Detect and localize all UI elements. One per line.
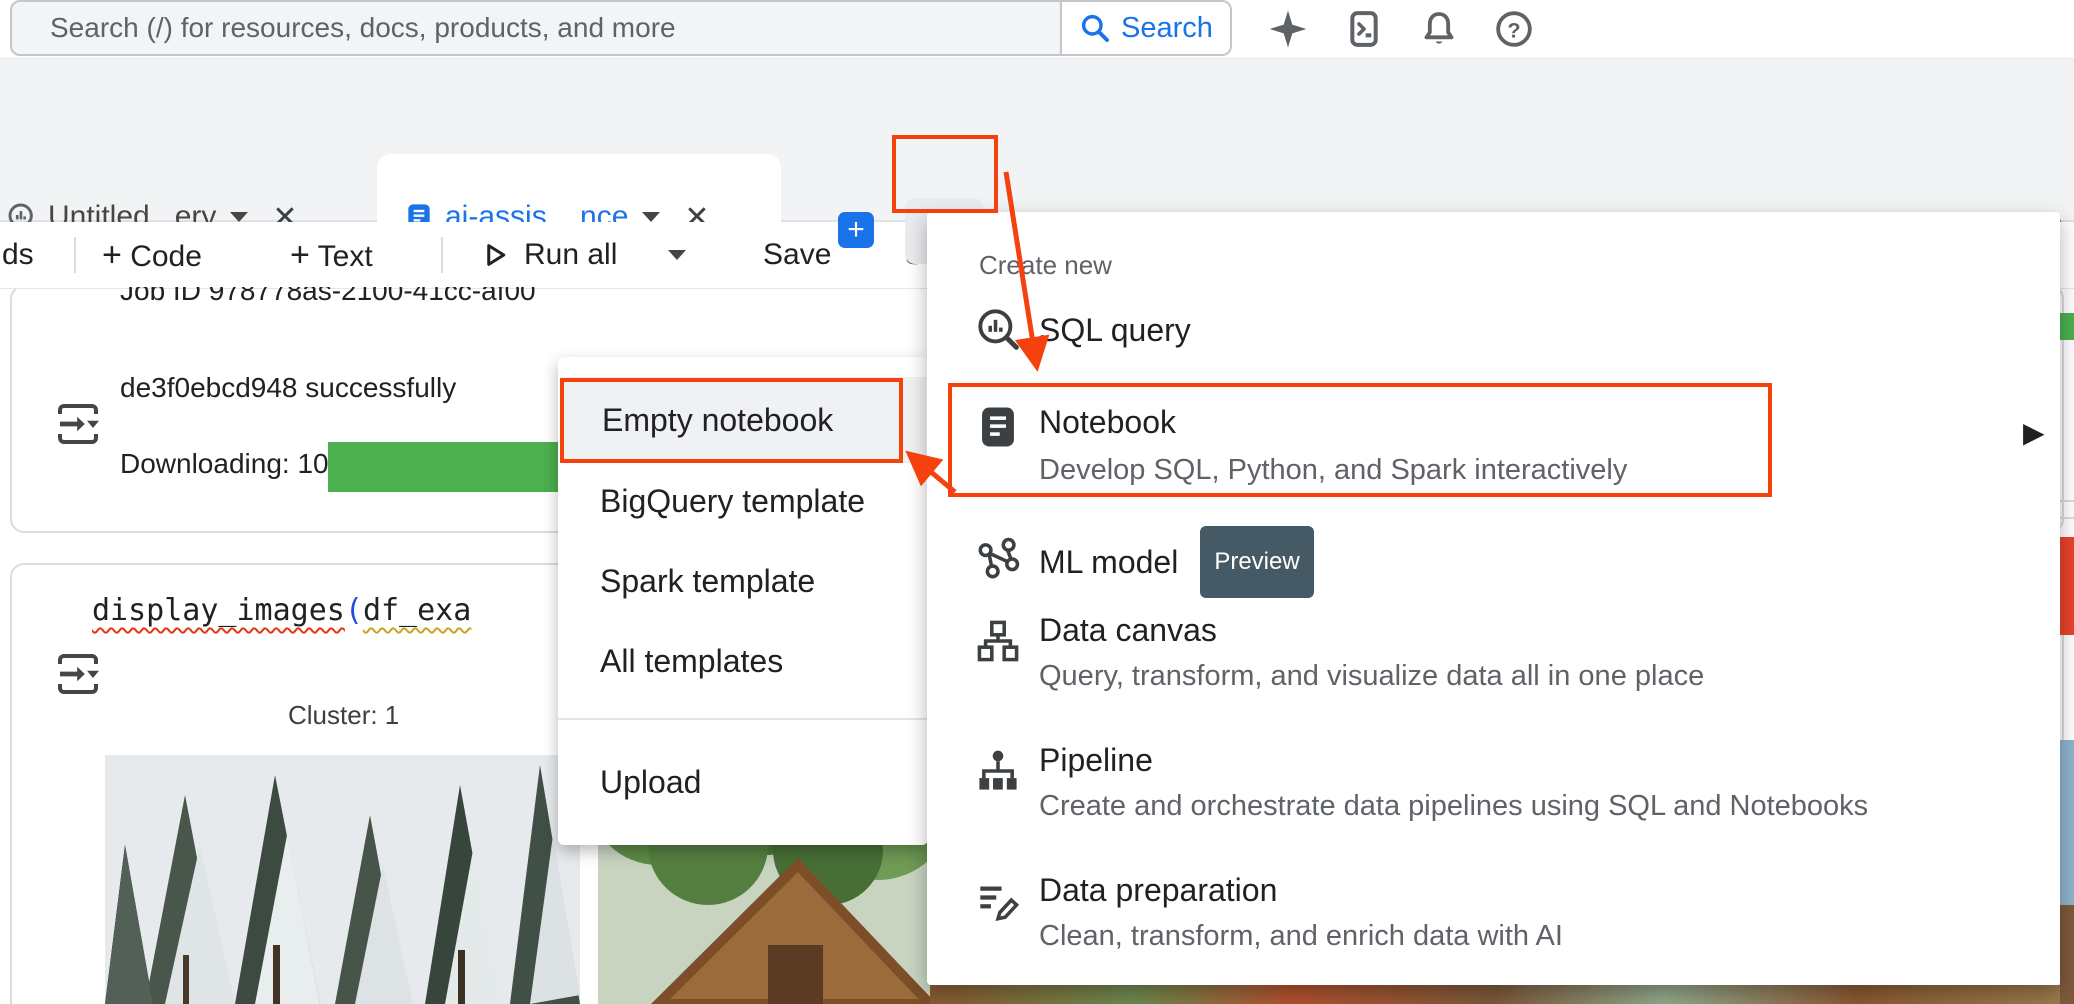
annotation-box-empty-notebook [560,378,903,463]
sql-query-icon [975,306,1021,352]
save-button[interactable]: Save [763,222,831,288]
divider-sliver [2060,500,2074,502]
tab-menu-caret-icon[interactable] [642,212,660,222]
cloud-shell-icon[interactable] [1344,9,1384,49]
menu-item-ml-model[interactable]: ML modelPreview [927,530,2060,590]
submenu-expand-icon[interactable]: ▶ [2023,416,2045,449]
search-icon [1079,12,1111,44]
menu-item-label: Data canvas [1039,612,1217,649]
pipeline-icon [975,748,1021,794]
progress-sliver [2060,313,2074,340]
menu-header: Create new [979,250,1112,281]
sky-photo-sliver [2060,740,2074,905]
menu-item-spark-template[interactable]: Spark template [558,557,928,605]
menu-item-label: Data preparation [1039,872,1277,909]
menu-item-sql-query[interactable]: SQL query [927,300,2060,360]
ml-model-icon [975,536,1021,582]
ml-model-label: ML model [1039,544,1178,580]
code-paren: ( [345,593,363,628]
cluster-label: Cluster: 1 [288,700,399,731]
menu-item-label: All templates [558,643,783,679]
code-function-name: display_images [92,593,345,628]
annotation-box-dropdown [892,135,998,213]
create-new-menu: Create new SQL query Notebook Develop SQ… [927,212,2060,985]
menu-item-description: Create and orchestrate data pipelines us… [1039,790,1868,823]
menu-item-label: ML modelPreview [1039,530,1314,602]
add-code-label: Code [130,240,202,273]
search-button-label: Search [1121,12,1213,45]
top-search-bar: Search (/) for resources, docs, products… [0,0,2074,59]
help-icon[interactable]: ? [1494,9,1534,49]
download-progress-bar [328,442,590,492]
menu-item-upload[interactable]: Upload [558,753,928,811]
menu-item-pipeline[interactable]: Pipeline Create and orchestrate data pip… [927,742,2060,846]
gemini-sparkle-icon[interactable] [1268,9,1308,49]
toolbar-divider [74,237,76,273]
menu-item-bigquery-template[interactable]: BigQuery template [558,477,928,525]
menu-divider [558,718,928,720]
menu-item-label: BigQuery template [558,483,865,519]
menu-item-description: Query, transform, and visualize data all… [1039,660,1704,693]
data-canvas-icon [975,618,1021,664]
menu-item-description: Clean, transform, and enrich data with A… [1039,920,1563,953]
menu-item-label: Upload [558,764,701,800]
menu-item-data-canvas[interactable]: Data canvas Query, transform, and visual… [927,612,2060,716]
divider-sliver [2060,517,2074,519]
menu-item-label: SQL query [1039,300,1191,360]
add-code-button[interactable]: + Code [102,222,202,288]
output-image-snowy-forest [105,755,580,1004]
preview-badge: Preview [1200,526,1313,598]
red-output-sliver [2060,537,2074,635]
tab-bar: Untitled...ery ✕ ai-assis... nce ✕ + [0,58,2074,222]
notifications-bell-icon[interactable] [1419,9,1459,49]
tab-menu-caret-icon[interactable] [230,212,248,222]
run-all-button[interactable]: Run all [524,222,617,288]
menu-item-label: Spark template [558,563,815,599]
cell-actions-icon[interactable] [52,648,104,700]
plus-icon: + [102,236,122,274]
menu-item-data-preparation[interactable]: Data preparation Clean, transform, and e… [927,872,2060,976]
bigquery-studio-screen: Search (/) for resources, docs, products… [0,0,2074,1004]
add-text-label: Text [318,240,373,273]
toolbar-divider [441,237,443,273]
search-button[interactable]: Search [1060,2,1230,54]
success-output-line: de3f0ebcd948 successfully [120,372,456,404]
job-id-output-clipped: Job ID 978778as-2100-41cc-af00 [120,287,720,309]
run-all-caret-icon[interactable] [668,250,686,260]
new-tab-button[interactable]: + [838,212,874,248]
add-text-button[interactable]: + Text [290,222,373,288]
data-preparation-icon [975,878,1021,924]
tree-photo-sliver [2060,905,2074,1004]
annotation-box-notebook [948,383,1772,497]
output-images-strip [930,985,2060,1004]
toolbar-clipped-text: ds [2,222,34,288]
svg-text:?: ? [1507,17,1520,42]
plus-icon: + [847,213,865,247]
code-line[interactable]: display_images(df_exa [92,593,471,628]
plus-icon: + [290,236,310,274]
cell-actions-icon[interactable] [52,398,104,450]
code-argument: df_exa [363,593,471,628]
menu-item-all-templates[interactable]: All templates [558,637,928,685]
menu-item-label: Pipeline [1039,742,1153,779]
search-input[interactable]: Search (/) for resources, docs, products… [12,2,1060,54]
run-all-icon [480,240,510,270]
search-box: Search (/) for resources, docs, products… [10,0,1232,56]
